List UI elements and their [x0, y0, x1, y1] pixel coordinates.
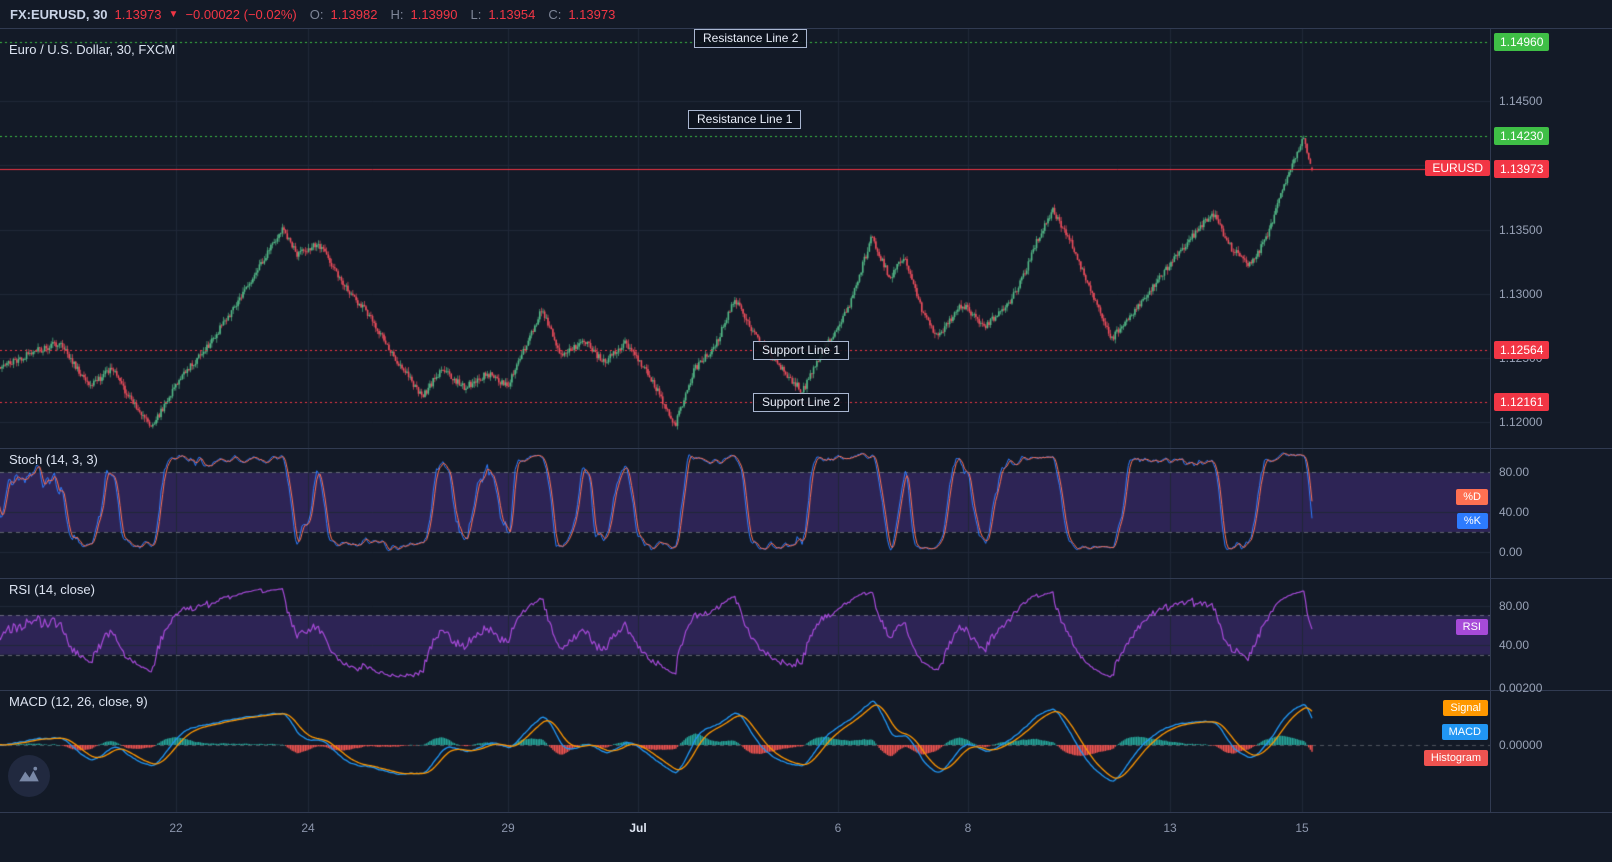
stochastic-pane: Stoch (14, 3, 3) %D %K [0, 448, 1490, 578]
time-axis-label: 22 [169, 821, 183, 835]
pane-separator-main-stoch[interactable] [0, 448, 1612, 449]
pane-separator-stoch-rsi[interactable] [0, 578, 1612, 579]
resistance-line-2-price-badge: 1.14960 [1494, 33, 1550, 52]
low-value: 1.13954 [488, 6, 536, 22]
macd-tick-label: 0.00000 [1499, 738, 1543, 752]
stoch-tick-label: 80.00 [1499, 465, 1530, 479]
time-axis-label: 8 [964, 821, 972, 835]
down-arrow-icon: ▼ [168, 8, 179, 20]
pane-separator-rsi-macd[interactable] [0, 690, 1612, 691]
close-value: 1.13973 [568, 6, 616, 22]
support-line-2-price-badge: 1.12161 [1494, 392, 1550, 411]
rsi-tick-label: 40.00 [1499, 637, 1530, 652]
close-label: C: [548, 6, 562, 22]
time-axis-label: 24 [301, 821, 315, 835]
macd-tick-label: 0.00200 [1499, 681, 1543, 695]
macd-canvas[interactable] [0, 690, 1490, 812]
stoch-d-badge: %D [1456, 489, 1488, 505]
main-pane-legend[interactable]: Euro / U.S. Dollar, 30, FXCM [9, 42, 175, 57]
topbar-separator [0, 28, 1612, 29]
macd-pane: MACD (12, 26, close, 9) Signal MACD Hist… [0, 690, 1490, 812]
price-axis[interactable]: 1.145001.135001.130001.125001.1200080.00… [1490, 28, 1612, 812]
support-line-2-label[interactable]: Support Line 2 [753, 392, 850, 412]
rsi-tick-label: 80.00 [1499, 598, 1530, 613]
stoch-tick-label: 40.00 [1499, 505, 1530, 519]
high-value: 1.13990 [410, 6, 458, 22]
symbol-legend: FX:EURUSD, 30 1.13973 ▼ −0.00022 (−0.02%… [0, 0, 1612, 28]
time-axis-label: 6 [834, 821, 842, 835]
histogram-badge: Histogram [1423, 750, 1488, 766]
high-label: H: [390, 6, 404, 22]
stoch-k-badge: %K [1456, 513, 1488, 529]
main-chart-pane: Euro / U.S. Dollar, 30, FXCM Resistance … [0, 28, 1490, 448]
rsi-badge: RSI [1455, 619, 1488, 635]
stoch-tick-label: 0.00 [1499, 545, 1523, 559]
price-tick-label: 1.12000 [1499, 415, 1543, 430]
time-axis-label: Jul [629, 821, 647, 835]
main-chart-canvas[interactable] [0, 28, 1490, 448]
rsi-legend[interactable]: RSI (14, close) [9, 582, 95, 597]
resistance-line-1-price-badge: 1.14230 [1494, 126, 1550, 145]
rsi-canvas[interactable] [0, 578, 1490, 690]
macd-badge: MACD [1441, 724, 1488, 740]
eurusd-price-line-tag: EURUSD [1425, 159, 1490, 176]
low-label: L: [470, 6, 482, 22]
support-line-1-price-badge: 1.12564 [1494, 340, 1550, 359]
signal-badge: Signal [1443, 700, 1488, 716]
last-price: 1.13973 [114, 6, 162, 22]
support-line-1-label[interactable]: Support Line 1 [753, 340, 850, 360]
rsi-pane: RSI (14, close) RSI [0, 578, 1490, 690]
symbol-title[interactable]: FX:EURUSD, 30 [10, 7, 108, 22]
macd-legend[interactable]: MACD (12, 26, close, 9) [9, 694, 148, 709]
open-value: 1.13982 [330, 6, 378, 22]
time-axis-label: 13 [1163, 821, 1177, 835]
resistance-line-1-label[interactable]: Resistance Line 1 [688, 109, 802, 129]
stochastic-legend[interactable]: Stoch (14, 3, 3) [9, 452, 98, 467]
mountain-logo-icon [19, 766, 39, 782]
price-tick-label: 1.13000 [1499, 286, 1543, 301]
time-axis-label: 29 [501, 821, 515, 835]
time-axis[interactable]: 22 24 29 Jul 6 8 13 15 [0, 812, 1612, 862]
open-label: O: [309, 6, 324, 22]
trading-chart-app: FX:EURUSD, 30 1.13973 ▼ −0.00022 (−0.02%… [0, 0, 1612, 862]
tradingview-logo[interactable] [8, 755, 50, 797]
stochastic-canvas[interactable] [0, 448, 1490, 578]
resistance-line-2-label[interactable]: Resistance Line 2 [694, 29, 808, 49]
current-price-price-badge: 1.13973 [1494, 159, 1550, 178]
price-tick-label: 1.14500 [1499, 94, 1543, 109]
time-axis-label: 15 [1295, 821, 1309, 835]
price-change: −0.00022 (−0.02%) [185, 6, 297, 22]
price-tick-label: 1.13500 [1499, 222, 1543, 237]
